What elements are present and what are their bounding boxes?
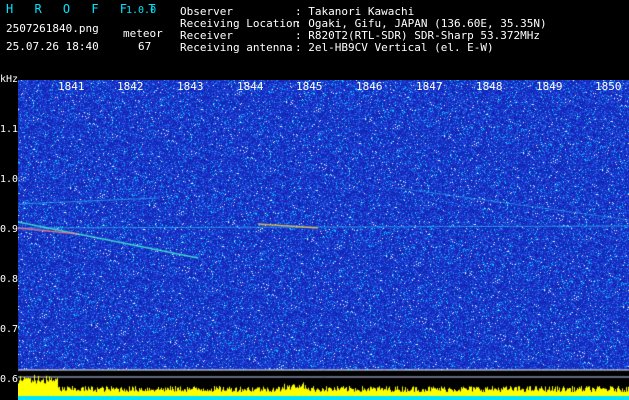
x-tick-label: 1842 <box>117 80 144 93</box>
y-tick-label: 0.8 <box>0 274 19 285</box>
x-tick-label: 1848 <box>476 80 503 93</box>
y-axis-unit: kHz <box>0 74 19 85</box>
x-tick-label: 1846 <box>356 80 383 93</box>
x-tick-label: 1844 <box>237 80 264 93</box>
field-value-antenna: : 2el-HB9CV Vertical (el. E-W) <box>295 41 494 54</box>
y-tick-label: 1.0 <box>0 174 19 185</box>
y-tick-label: 1.1 <box>0 124 19 135</box>
x-tick-label: 1849 <box>536 80 563 93</box>
x-tick-label: 1850 <box>595 80 622 93</box>
x-tick-label: 1847 <box>416 80 443 93</box>
y-tick-label: 0.7 <box>0 324 19 335</box>
x-tick-label: 1843 <box>177 80 204 93</box>
app-version: 1.0.0 <box>126 5 157 16</box>
x-tick-label: 1841 <box>58 80 85 93</box>
date-time: 25.07.26 18:40 <box>6 40 99 53</box>
meteor-label: meteor <box>123 27 163 40</box>
x-tick-label: 1845 <box>296 80 323 93</box>
meteor-count: 67 <box>138 40 152 53</box>
file-name: 2507261840.png <box>6 22 99 35</box>
y-tick-label: 0.9 <box>0 224 19 235</box>
spectrogram-canvas <box>18 80 629 400</box>
y-tick-label: 0.6 <box>0 374 19 385</box>
field-label-antenna: Receiving antenna <box>180 41 293 54</box>
